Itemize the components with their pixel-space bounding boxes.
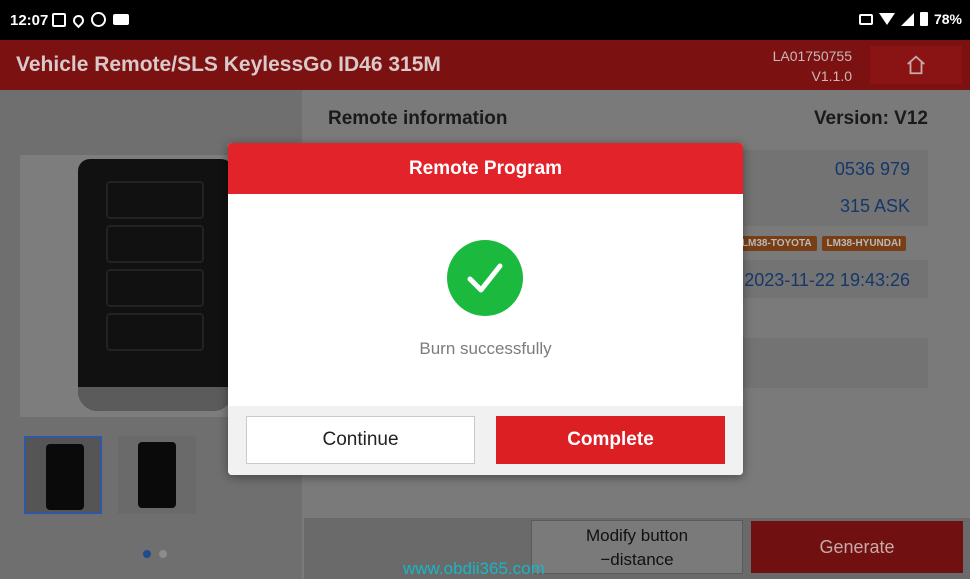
tag: LM38-HYUNDAI — [821, 236, 906, 251]
check-circle-icon — [447, 240, 523, 316]
thumbnail-front[interactable] — [24, 436, 102, 514]
page-indicator — [143, 550, 167, 558]
status-bar: 12:07 78% — [0, 0, 970, 40]
dialog-message: Burn successfully — [419, 339, 552, 358]
battery-icon — [919, 12, 928, 26]
modify-label-line2: −distance — [600, 550, 674, 569]
video-icon — [113, 14, 129, 25]
remote-version: Version: V12 — [813, 108, 928, 129]
generate-button[interactable]: Generate — [751, 521, 963, 573]
remote-program-dialog: Remote Program Burn successfully Continu… — [228, 143, 743, 475]
home-button[interactable] — [870, 46, 962, 84]
home-icon — [907, 55, 925, 75]
complete-button[interactable]: Complete — [496, 416, 725, 464]
page-dot — [159, 550, 167, 558]
date-value: 2023-11-22 19:43:26 — [744, 270, 910, 290]
dialog-title: Remote Program — [228, 143, 743, 194]
modify-label-line1: Modify button — [585, 526, 689, 545]
serial-number: LA01750755 — [772, 48, 852, 64]
compatibility-tags: LM38-TOYOTA LM38-HYUNDAI — [736, 236, 906, 251]
system-icons: 78% — [858, 11, 962, 27]
dialog-footer: Continue Complete — [228, 406, 743, 475]
page-title: Vehicle Remote/SLS KeylessGo ID46 315M — [16, 53, 441, 76]
wifi-icon — [878, 13, 895, 25]
watermark: www.obdii365.com — [403, 559, 545, 578]
cast-icon — [858, 13, 873, 25]
page-dot-active — [143, 550, 151, 558]
continue-button[interactable]: Continue — [246, 416, 475, 464]
device-info: LA01750755 V1.1.0 — [773, 46, 852, 86]
modify-button-distance-button[interactable]: Modify button −distance — [531, 520, 743, 574]
key-fob-picture — [78, 159, 233, 411]
checkmark-icon — [467, 263, 503, 293]
image-icon — [52, 12, 66, 27]
remote-info-title: Remote information — [328, 108, 508, 129]
tag: LM38-TOYOTA — [736, 236, 817, 251]
signal-icon — [900, 12, 914, 26]
location-icon — [70, 12, 87, 28]
app-version: V1.1.0 — [811, 68, 852, 84]
thumbnail-back[interactable] — [118, 436, 196, 514]
bluetooth-sync-icon — [91, 12, 106, 27]
notification-icons — [52, 12, 129, 28]
app-header: Vehicle Remote/SLS KeylessGo ID46 315M L… — [0, 40, 970, 90]
remote-id-value: 0536 979 — [834, 159, 910, 179]
clock: 12:07 — [10, 12, 49, 29]
battery-level: 78% — [933, 11, 962, 27]
frequency-value: 315 ASK — [839, 196, 910, 216]
